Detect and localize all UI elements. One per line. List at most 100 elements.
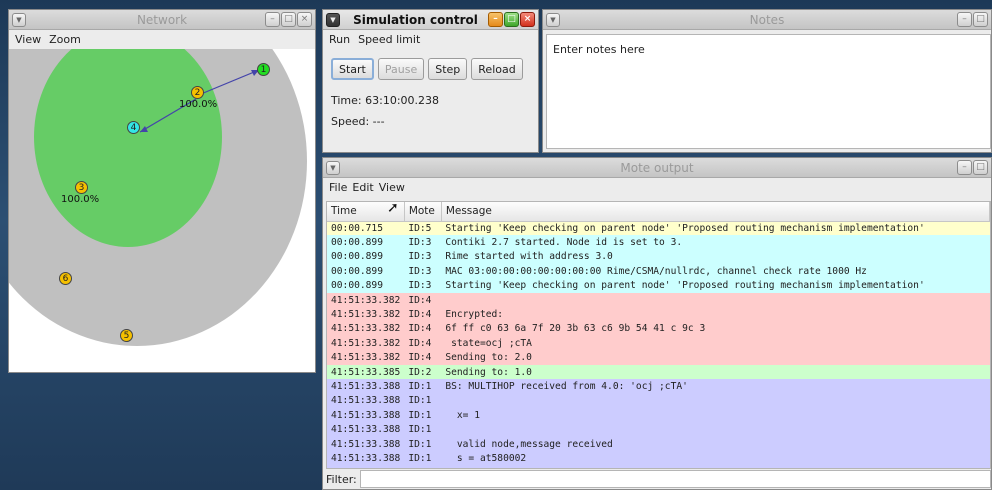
table-row[interactable]: 00:00.715 ID:5 Starting 'Keep checking on … bbox=[327, 221, 990, 236]
notes-title: Notes bbox=[749, 12, 785, 27]
maximize-icon[interactable]: □ bbox=[973, 12, 988, 27]
table-row[interactable]: 41:51:33.382 ID:4 state=ocj ;cTA bbox=[327, 336, 990, 351]
maximize-icon[interactable]: □ bbox=[504, 12, 519, 27]
cell-mote: ID:2 bbox=[408, 366, 432, 378]
table-row[interactable]: 41:51:33.382 ID:4 Sending to: 2.0 bbox=[327, 350, 990, 365]
cell-time: 41:51:33.388 bbox=[331, 438, 401, 450]
minimize-icon[interactable]: – bbox=[488, 12, 503, 27]
notes-titlebar[interactable]: ▼ Notes – □ bbox=[543, 10, 991, 30]
minimize-icon[interactable]: – bbox=[957, 160, 972, 175]
moteout-title: Mote output bbox=[620, 160, 694, 175]
moteout-titlebar[interactable]: ▼ Mote output – □ bbox=[323, 158, 991, 178]
simulation-time: Time: 63:10:00.238 bbox=[331, 94, 440, 107]
network-titlebar[interactable]: ▼ Network – □ × bbox=[9, 10, 315, 30]
table-row[interactable]: 00:00.899 ID:3 Starting 'Keep checking on … bbox=[327, 278, 990, 293]
step-button[interactable]: Step bbox=[428, 58, 468, 80]
cell-msg: state=ocj ;cTA bbox=[445, 337, 532, 349]
close-icon[interactable]: × bbox=[520, 12, 535, 27]
filter-bar: Filter: bbox=[326, 469, 991, 489]
node-5[interactable]: 5 bbox=[120, 329, 133, 342]
network-canvas[interactable]: 1 2 100.0% 3 100.0% 4 5 6 bbox=[9, 49, 315, 372]
cell-time: 41:51:33.388 bbox=[331, 395, 401, 407]
simulation-speed: Speed: --- bbox=[331, 115, 385, 128]
node-2[interactable]: 2 bbox=[191, 86, 204, 99]
cell-msg: Rime started with address 3.0 bbox=[445, 251, 613, 263]
table-row[interactable]: 41:51:33.382 ID:4 6f ff c0 63 6a 7f 20 3b … bbox=[327, 321, 990, 337]
notes-window: ▼ Notes – □ Enter notes here bbox=[542, 9, 992, 153]
cell-msg bbox=[441, 394, 989, 408]
cell-mote: ID:1 bbox=[408, 409, 432, 421]
node-6[interactable]: 6 bbox=[59, 272, 72, 285]
start-button[interactable]: Start bbox=[331, 58, 374, 80]
cell-time: 41:51:33.382 bbox=[331, 337, 401, 349]
table-row[interactable]: 41:51:33.388 ID:1 s = at580002 bbox=[327, 451, 990, 466]
window-menu-icon[interactable]: ▼ bbox=[326, 12, 340, 27]
cell-mote: ID:4 bbox=[408, 294, 432, 306]
cell-time: 41:51:33.388 bbox=[331, 424, 401, 436]
window-menu-icon[interactable]: ▼ bbox=[326, 160, 340, 175]
cell-msg: Contiki 2.7 started. Node id is set to 3… bbox=[445, 237, 683, 249]
table-row[interactable]: 00:00.899 ID:3 MAC 03:00:00:00:00:00:00:00… bbox=[327, 264, 990, 279]
simctl-menubar: Run Speed limit bbox=[323, 30, 538, 48]
simulation-control-window: ▼ Simulation control – □ × Run Speed lim… bbox=[322, 9, 539, 153]
cell-mote: ID:3 bbox=[408, 251, 432, 263]
cell-msg: s = at580002 bbox=[445, 452, 527, 464]
cell-time: 41:51:33.382 bbox=[331, 309, 401, 321]
column-header-message[interactable]: Message bbox=[441, 202, 990, 222]
node-4[interactable]: 4 bbox=[127, 121, 140, 134]
node-1[interactable]: 1 bbox=[257, 63, 270, 76]
table-row[interactable]: 41:51:33.388 ID:1 bbox=[327, 422, 990, 437]
moteout-menubar: File Edit View bbox=[323, 178, 991, 196]
cell-mote: ID:1 bbox=[408, 395, 432, 407]
minimize-icon[interactable]: – bbox=[265, 12, 280, 27]
table-row[interactable]: 41:51:33.388 ID:1 x= 1 bbox=[327, 408, 990, 423]
simctl-titlebar[interactable]: ▼ Simulation control – □ × bbox=[323, 10, 538, 30]
column-header-mote[interactable]: Mote bbox=[404, 202, 442, 222]
menu-view[interactable]: View bbox=[379, 181, 405, 194]
cell-time: 41:51:33.388 bbox=[331, 452, 401, 464]
table-row[interactable]: 41:51:33.382 ID:4 Encrypted: bbox=[327, 307, 990, 322]
cell-time: 41:51:33.388 bbox=[331, 380, 401, 392]
menu-edit[interactable]: Edit bbox=[352, 181, 373, 194]
notes-textarea[interactable]: Enter notes here bbox=[546, 34, 991, 149]
table-row[interactable]: 41:51:33.388 ID:1 BS: MULTIHOP received fr… bbox=[327, 379, 990, 394]
menu-zoom[interactable]: Zoom bbox=[49, 33, 81, 46]
menu-speed-limit[interactable]: Speed limit bbox=[358, 33, 420, 46]
maximize-icon[interactable]: □ bbox=[973, 160, 988, 175]
cell-msg bbox=[441, 293, 989, 307]
cell-mote: ID:4 bbox=[408, 309, 432, 321]
menu-run[interactable]: Run bbox=[329, 33, 350, 46]
window-menu-icon[interactable]: ▼ bbox=[12, 12, 26, 27]
cell-msg: Sending to: 1.0 bbox=[445, 366, 532, 378]
table-row[interactable]: 00:00.899 ID:3 Contiki 2.7 started. Node i… bbox=[327, 235, 990, 250]
window-menu-icon[interactable]: ▼ bbox=[546, 12, 560, 27]
filter-input[interactable] bbox=[359, 470, 991, 488]
table-row[interactable]: 41:51:33.388 ID:1 valid node,message rece… bbox=[327, 436, 990, 452]
node-3[interactable]: 3 bbox=[75, 181, 88, 194]
radio-range-svg bbox=[9, 49, 307, 346]
table-row[interactable]: 41:51:33.385 ID:2 Sending to: 1.0 bbox=[327, 364, 990, 380]
cell-msg bbox=[441, 422, 989, 436]
cell-time: 41:51:33.382 bbox=[331, 294, 401, 306]
cell-mote: ID:1 bbox=[408, 380, 432, 392]
menu-view[interactable]: View bbox=[15, 33, 41, 46]
table-row[interactable]: 41:51:33.388 ID:1 bbox=[327, 393, 990, 409]
maximize-icon[interactable]: □ bbox=[281, 12, 296, 27]
cell-mote: ID:3 bbox=[408, 265, 432, 277]
cell-msg: 6f ff c0 63 6a 7f 20 3b 63 c6 9b 54 41 c… bbox=[445, 323, 706, 335]
menu-file[interactable]: File bbox=[329, 181, 347, 194]
close-icon[interactable]: × bbox=[297, 12, 312, 27]
cell-mote: ID:4 bbox=[408, 352, 432, 364]
minimize-icon[interactable]: – bbox=[957, 12, 972, 27]
cell-mote: ID:1 bbox=[408, 452, 432, 464]
network-menubar: View Zoom bbox=[9, 30, 315, 48]
mote-output-table[interactable]: Time Mote Message 00:00.715 ID:5 Starting … bbox=[326, 201, 991, 469]
reload-button[interactable]: Reload bbox=[471, 58, 523, 80]
cell-mote: ID:1 bbox=[408, 438, 432, 450]
node-3-label: 100.0% bbox=[61, 194, 100, 205]
pause-button[interactable]: Pause bbox=[377, 58, 425, 80]
table-row[interactable]: 41:51:33.382 ID:4 bbox=[327, 292, 990, 308]
cell-time: 00:00.899 bbox=[331, 237, 383, 249]
cell-time: 41:51:33.382 bbox=[331, 352, 401, 364]
table-row[interactable]: 00:00.899 ID:3 Rime started with address 3… bbox=[327, 249, 990, 265]
